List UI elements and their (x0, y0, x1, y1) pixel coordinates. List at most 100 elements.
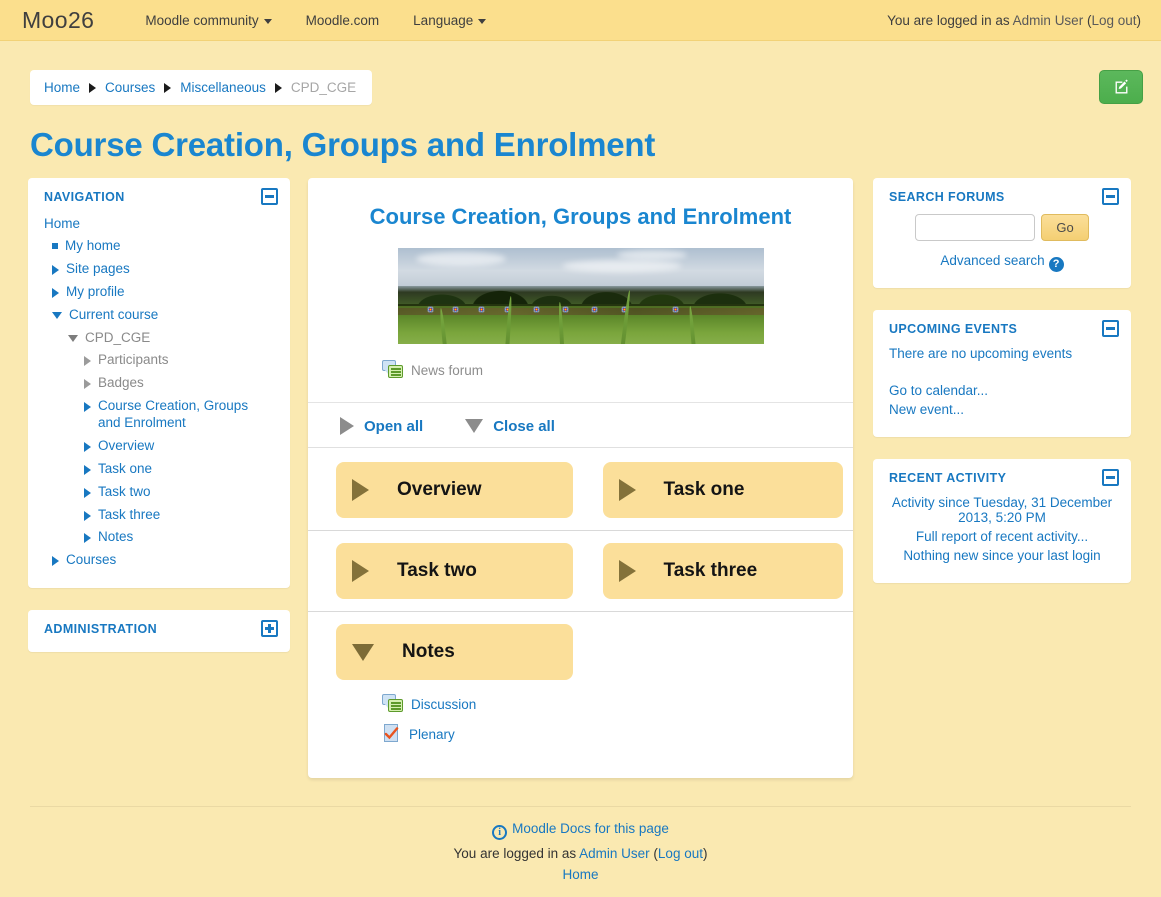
triangle-right-icon (618, 560, 636, 582)
course-section: Task three (580, 543, 853, 612)
turn-editing-on-button[interactable] (1099, 70, 1143, 104)
course-content-card: Course Creation, Groups and Enrolment Ne… (308, 178, 853, 778)
nav-language[interactable]: Language (396, 13, 503, 28)
triangle-down-icon[interactable] (52, 311, 62, 319)
nav-tree-item-label[interactable]: My home (65, 238, 121, 255)
course-section: Task two (308, 543, 581, 612)
triangle-down-icon[interactable] (465, 419, 484, 433)
footer-logout-open: ( (649, 846, 658, 861)
nav-tree-item: Site pages (44, 258, 274, 281)
course-section-toggle[interactable]: Task one (602, 462, 843, 518)
nav-tree-item-label[interactable]: Notes (98, 529, 133, 546)
user-profile-link[interactable]: Admin User (1013, 13, 1084, 28)
triangle-right-icon[interactable] (84, 533, 91, 544)
nav-moodle-community-label: Moodle community (145, 12, 259, 28)
nav-tree-item-label[interactable]: Site pages (66, 261, 130, 278)
course-section-toggle[interactable]: Task two (336, 543, 573, 599)
activity-row: Discussion (382, 694, 573, 714)
recent-activity-collapse-toggle[interactable] (1102, 469, 1119, 486)
search-input[interactable] (915, 214, 1036, 241)
nav-tree-item: Task two (44, 481, 274, 504)
footer-logout-close: ) (702, 846, 708, 861)
search-forums-collapse-toggle[interactable] (1102, 188, 1119, 205)
advanced-search-link[interactable]: Advanced search (940, 253, 1044, 268)
close-all-link[interactable]: Close all (493, 418, 555, 435)
footer-home-link[interactable]: Home (562, 867, 598, 882)
nav-moodle-com-label: Moodle.com (305, 12, 380, 28)
site-brand[interactable]: Moo26 (18, 7, 94, 34)
course-section: Notes Discussion Plenary (308, 624, 581, 766)
course-section-toggle[interactable]: Task three (602, 543, 843, 599)
nav-tree-item-label[interactable]: Overview (98, 438, 154, 455)
nav-tree-root-home[interactable]: Home (44, 214, 274, 235)
moodle-docs-link[interactable]: Moodle Docs for this page (512, 821, 669, 836)
main-content-column: Course Creation, Groups and Enrolment Ne… (308, 178, 853, 778)
navigation-block-collapse-toggle[interactable] (261, 188, 278, 205)
triangle-right-icon[interactable] (84, 510, 91, 521)
search-go-button[interactable]: Go (1041, 214, 1089, 241)
full-report-link[interactable]: Full report of recent activity... (916, 529, 1088, 544)
help-icon[interactable]: ? (1048, 257, 1064, 272)
open-all-link[interactable]: Open all (364, 418, 423, 435)
page-footer: i Moodle Docs for this page You are logge… (30, 806, 1131, 888)
triangle-right-icon[interactable] (84, 464, 91, 475)
search-forums-form: Go (889, 214, 1115, 241)
course-section-title: Overview (397, 479, 482, 500)
cloud-shape (415, 251, 506, 266)
nav-tree-item-label[interactable]: My profile (66, 284, 125, 301)
upcoming-events-collapse-toggle[interactable] (1102, 320, 1119, 337)
triangle-right-icon[interactable] (84, 402, 91, 413)
nav-tree-item: Participants (44, 349, 274, 372)
activity-link[interactable]: Discussion (411, 697, 476, 712)
course-section-title: Task three (663, 560, 758, 581)
triangle-down-icon[interactable] (68, 334, 78, 342)
triangle-right-icon[interactable] (52, 556, 59, 567)
breadcrumb-current: CPD_CGE (290, 80, 357, 95)
recent-activity-since-text: Activity since Tuesday, 31 December 2013… (891, 495, 1113, 525)
breadcrumb-item-miscellaneous[interactable]: Miscellaneous (180, 80, 266, 95)
breadcrumb: Home Courses Miscellaneous CPD_CGE (30, 70, 373, 105)
nav-tree-item-label[interactable]: Task three (98, 507, 160, 524)
course-section: Task one (580, 462, 853, 531)
breadcrumb-item-courses[interactable]: Courses (105, 80, 155, 95)
logout-link[interactable]: Log out (1091, 13, 1136, 28)
nav-tree-item-label: Badges (98, 375, 144, 391)
triangle-right-icon[interactable] (84, 487, 91, 498)
activity-link[interactable]: Plenary (409, 727, 455, 742)
triangle-right-icon[interactable] (52, 264, 59, 275)
upcoming-events-block: UPCOMING EVENTS There are no upcoming ev… (873, 310, 1131, 437)
nav-moodle-com[interactable]: Moodle.com (289, 13, 397, 28)
choice-icon (382, 724, 402, 744)
administration-block-expand-toggle[interactable] (261, 620, 278, 638)
triangle-right-icon[interactable] (84, 441, 91, 452)
nav-tree-item-label[interactable]: Course Creation, Groups and Enrolment (98, 398, 274, 432)
navigation-block: NAVIGATION Home My home Site pages My prof… (28, 178, 290, 589)
triangle-right-icon[interactable] (340, 417, 354, 435)
course-section: Overview (308, 462, 581, 531)
footer-user-link[interactable]: Admin User (579, 846, 650, 861)
login-prefix: You are logged in as (887, 12, 1013, 28)
new-event-link[interactable]: New event... (889, 402, 964, 417)
triangle-right-icon[interactable] (52, 287, 59, 298)
course-section-toggle[interactable]: Notes (336, 624, 573, 680)
nav-tree-item-label[interactable]: Current course (69, 307, 158, 324)
nav-tree-item-label[interactable]: Task two (98, 484, 151, 501)
go-to-calendar-link[interactable]: Go to calendar... (889, 383, 988, 398)
triangle-right-icon[interactable] (84, 356, 91, 367)
advanced-search-row: Advanced search? (889, 253, 1115, 272)
course-section-toggle[interactable]: Overview (336, 462, 573, 518)
nav-tree-item-label[interactable]: Task one (98, 461, 152, 478)
breadcrumb-item-home[interactable]: Home (44, 80, 80, 95)
chevron-down-icon (478, 18, 487, 24)
triangle-right-icon[interactable] (84, 379, 91, 390)
nav-tree-item-label[interactable]: Courses (66, 552, 116, 569)
course-heading: Course Creation, Groups and Enrolment (369, 204, 792, 229)
chevron-down-icon (263, 18, 272, 24)
footer-login-status: You are logged in as Admin User (Log out… (30, 846, 1131, 861)
triangle-down-icon (352, 643, 374, 661)
nav-moodle-community[interactable]: Moodle community (128, 13, 288, 28)
footer-logout-link[interactable]: Log out (658, 846, 703, 861)
forum-icon (382, 694, 404, 714)
chevron-right-icon (164, 82, 172, 93)
news-forum-link[interactable]: News forum (411, 363, 483, 378)
